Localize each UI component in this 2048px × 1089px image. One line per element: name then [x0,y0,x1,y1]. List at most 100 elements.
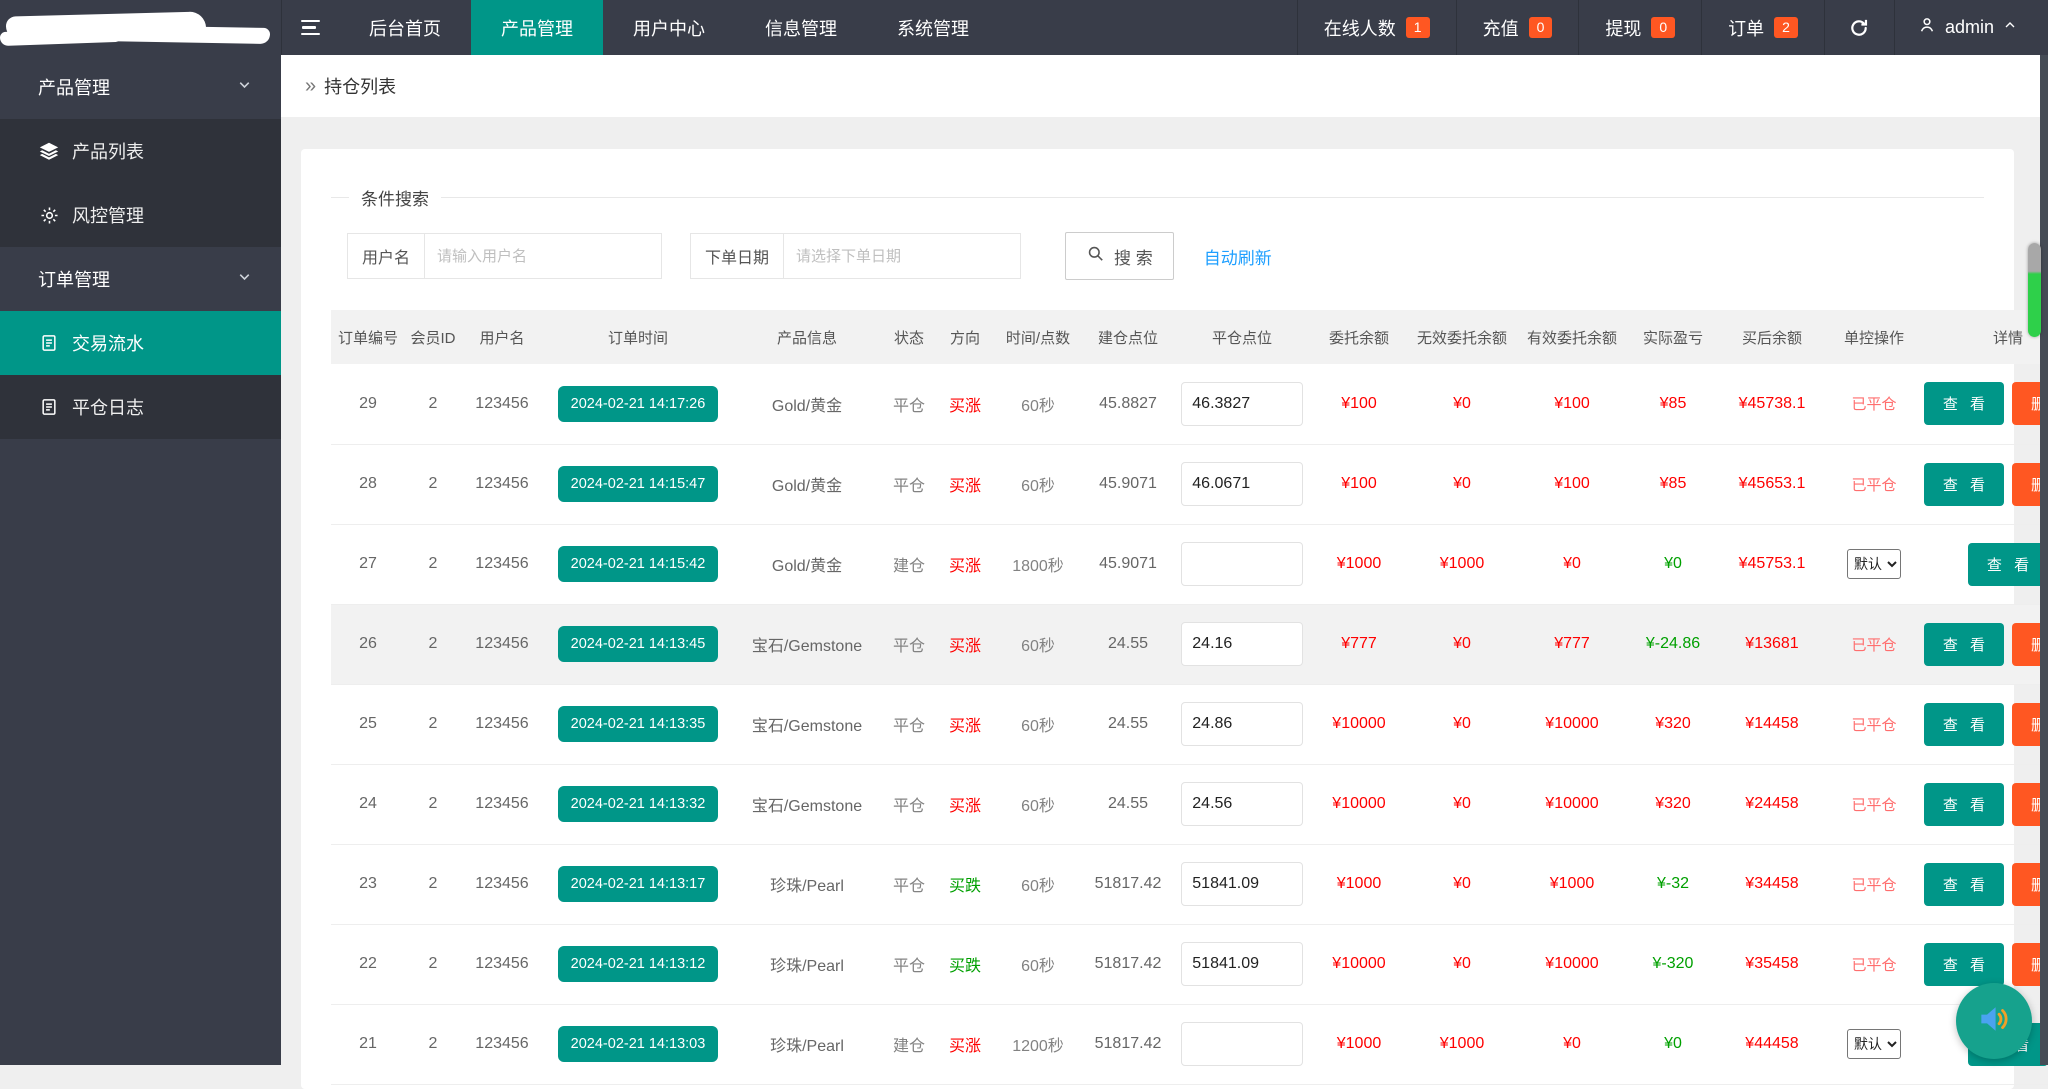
order-id: 29 [359,395,377,412]
after-balance-cell: ¥45753.1 [1719,524,1825,604]
closed-status-label: 已平仓 [1851,797,1896,814]
menu-toggle-icon[interactable] [281,0,339,55]
sidebar-item[interactable]: 交易流水 [0,311,281,375]
control-select[interactable]: 默认 [1847,549,1901,579]
product-name: 珍珠/Pearl [770,878,844,895]
order-id: 27 [359,555,377,572]
close-price-input[interactable] [1181,622,1302,666]
search-row: 用户名 下单日期 搜 索 自动刷新 [347,232,1974,280]
product-name: 珍珠/Pearl [770,958,844,975]
order-id-cell: 29 [331,364,405,444]
view-button[interactable]: 查 看 [1924,463,2004,506]
page-title: 持仓列表 [324,73,396,99]
entrust-cell: ¥100 [1311,444,1407,524]
direction-text: 买涨 [949,718,981,735]
duration-text: 60秒 [1021,958,1055,975]
stat-badge: 2 [1774,17,1798,38]
order-date-label: 下单日期 [690,233,783,279]
entrust-amount: ¥10000 [1332,715,1385,732]
main-area: » 持仓列表 条件搜索 用户名 下单日期 搜 索 [281,55,2040,1089]
topbar: 后台首页产品管理用户中心信息管理系统管理 在线人数1充值0提现0订单2 admi… [0,0,2048,55]
sidebar-item[interactable]: 产品列表 [0,119,281,183]
open-price: 51817.42 [1095,875,1162,892]
product-cell: 珍珠/Pearl [733,924,881,1004]
scrollbar-track[interactable] [2040,55,2048,1065]
auto-refresh-link[interactable]: 自动刷新 [1204,244,1272,269]
close-price-input[interactable] [1181,462,1302,506]
profit-amount: ¥0 [1664,1035,1682,1052]
close-price-input[interactable] [1181,382,1302,426]
stat-label: 充值 [1483,15,1519,41]
close-price-input[interactable] [1181,862,1302,906]
duration-text: 60秒 [1021,798,1055,815]
announcement-float-button[interactable] [1956,983,2032,1059]
nav-item[interactable]: 用户中心 [603,0,735,55]
valid-entrust-amount: ¥777 [1554,635,1590,652]
refresh-icon[interactable] [1824,0,1894,55]
close-price-input[interactable] [1181,542,1302,586]
entrust-amount: ¥100 [1341,395,1377,412]
entrust-cell: ¥10000 [1311,924,1407,1004]
control-select[interactable]: 默认 [1847,1029,1901,1059]
sidebar-item[interactable]: 平仓日志 [0,375,281,439]
product-name: Gold/黄金 [772,478,842,495]
close-price-cell [1173,924,1311,1004]
valid-entrust-cell: ¥777 [1517,604,1627,684]
invalid-entrust-amount: ¥0 [1453,635,1471,652]
order-time-badge: 2024-02-21 14:13:03 [558,1026,719,1062]
entrust-cell: ¥1000 [1311,844,1407,924]
username-label: 用户名 [347,233,424,279]
duration-cell: 60秒 [993,764,1083,844]
duration-cell: 60秒 [993,924,1083,1004]
view-button[interactable]: 查 看 [1924,623,2004,666]
duration-text: 60秒 [1021,398,1055,415]
control-cell: 已平仓 [1825,924,1923,1004]
nav-item[interactable]: 系统管理 [867,0,999,55]
profit-cell: ¥85 [1627,444,1719,524]
sidebar-group-header[interactable]: 产品管理 [0,55,281,119]
username-input[interactable] [424,233,662,279]
sidebar-item[interactable]: 风控管理 [0,183,281,247]
close-price-input[interactable] [1181,1022,1302,1066]
user-menu[interactable]: admin [1894,0,2048,55]
open-price-cell: 45.9071 [1083,524,1173,604]
view-button[interactable]: 查 看 [1924,783,2004,826]
topbar-stat[interactable]: 提现0 [1578,0,1701,55]
nav-item[interactable]: 后台首页 [339,0,471,55]
document-icon [38,396,60,418]
order-time-cell: 2024-02-21 14:15:42 [543,524,733,604]
view-button[interactable]: 查 看 [1924,943,2004,986]
member-id-cell: 2 [405,764,461,844]
scrollbar-thumb[interactable] [2028,243,2041,337]
product-name: Gold/黄金 [772,558,842,575]
sidebar-group-header[interactable]: 订单管理 [0,247,281,311]
nav-item[interactable]: 信息管理 [735,0,867,55]
closed-status-label: 已平仓 [1851,957,1896,974]
after-balance-cell: ¥44458 [1719,1004,1825,1084]
duration-text: 1200秒 [1012,1038,1064,1055]
view-button[interactable]: 查 看 [1924,382,2004,425]
nav-item[interactable]: 产品管理 [471,0,603,55]
view-button[interactable]: 查 看 [1968,543,2048,586]
entrust-cell: ¥1000 [1311,1004,1407,1084]
invalid-entrust-cell: ¥0 [1407,364,1517,444]
valid-entrust-amount: ¥10000 [1545,795,1598,812]
close-price-input[interactable] [1181,942,1302,986]
entrust-amount: ¥1000 [1337,1035,1382,1052]
close-price-input[interactable] [1181,782,1302,826]
after-balance-cell: ¥35458 [1719,924,1825,1004]
topbar-stat[interactable]: 充值0 [1456,0,1579,55]
duration-cell: 1800秒 [993,524,1083,604]
order-date-input[interactable] [783,233,1021,279]
after-balance-cell: ¥45738.1 [1719,364,1825,444]
view-button[interactable]: 查 看 [1924,703,2004,746]
entrust-amount: ¥1000 [1337,875,1382,892]
topbar-stat[interactable]: 订单2 [1701,0,1824,55]
username: 123456 [475,1035,528,1052]
search-button[interactable]: 搜 索 [1065,232,1174,280]
direction-cell: 买涨 [937,524,993,604]
view-button[interactable]: 查 看 [1924,863,2004,906]
topbar-stat[interactable]: 在线人数1 [1297,0,1456,55]
table-row: 2921234562024-02-21 14:17:26Gold/黄金平仓买涨6… [331,364,2048,444]
close-price-input[interactable] [1181,702,1302,746]
